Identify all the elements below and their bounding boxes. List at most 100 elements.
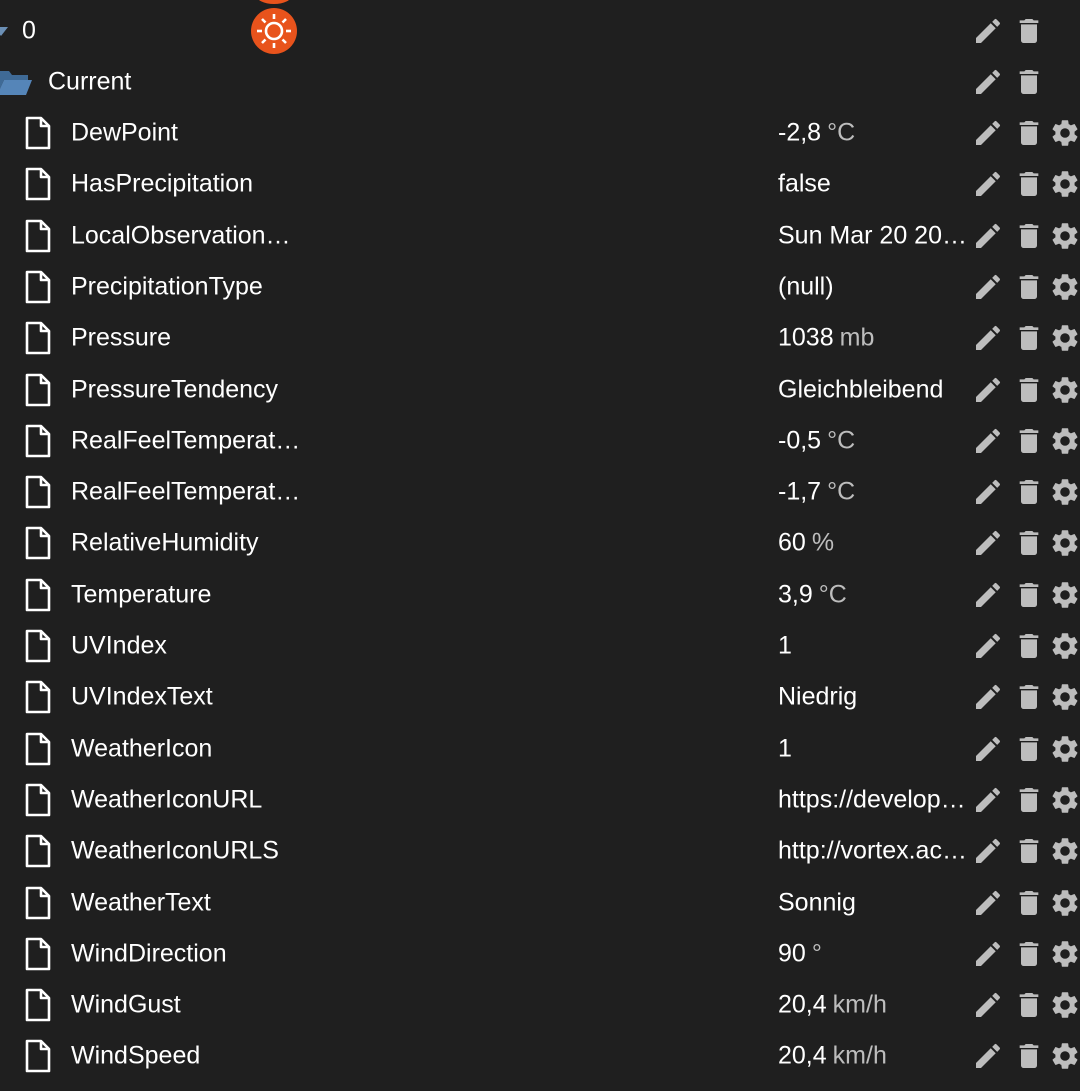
gear-icon[interactable] <box>1049 835 1080 867</box>
trash-icon[interactable] <box>1013 168 1045 200</box>
gear-icon[interactable] <box>1049 887 1080 919</box>
trash-icon[interactable] <box>1013 322 1045 354</box>
trash-icon[interactable] <box>1013 117 1045 149</box>
chevron-down-icon[interactable] <box>0 24 8 38</box>
state-row[interactable]: WeatherIconURL https://develop… <box>0 774 1080 825</box>
gear-icon[interactable] <box>1049 938 1080 970</box>
state-name: WindDirection <box>71 939 227 967</box>
pencil-icon[interactable] <box>972 322 1004 354</box>
state-row[interactable]: Temperature 3,9 °C <box>0 569 1080 620</box>
gear-icon[interactable] <box>1049 168 1080 200</box>
tree-folder-current[interactable]: Current <box>0 56 1080 107</box>
state-value-text: 1 <box>778 631 792 659</box>
pencil-icon[interactable] <box>972 938 1004 970</box>
gear-icon[interactable] <box>1049 117 1080 149</box>
gear-icon[interactable] <box>1049 989 1080 1021</box>
state-unit: ° <box>811 939 822 967</box>
trash-icon[interactable] <box>1013 374 1045 406</box>
pencil-icon[interactable] <box>972 476 1004 508</box>
state-row[interactable]: WindGust 20,4 km/h <box>0 979 1080 1030</box>
file-icon <box>25 1039 51 1072</box>
trash-icon[interactable] <box>1013 66 1045 98</box>
pencil-icon[interactable] <box>972 579 1004 611</box>
gear-icon[interactable] <box>1049 630 1080 662</box>
state-value: false <box>778 169 831 198</box>
gear-icon[interactable] <box>1049 425 1080 457</box>
gear-icon[interactable] <box>1049 579 1080 611</box>
trash-icon[interactable] <box>1013 784 1045 816</box>
trash-icon[interactable] <box>1013 681 1045 713</box>
state-row[interactable]: WindSpeed 20,4 km/h <box>0 1030 1080 1081</box>
file-icon <box>25 886 51 919</box>
state-row[interactable]: HasPrecipitation false <box>0 158 1080 209</box>
trash-icon[interactable] <box>1013 733 1045 765</box>
trash-icon[interactable] <box>1013 425 1045 457</box>
state-row[interactable]: WeatherIcon 1 <box>0 723 1080 774</box>
state-value-text: false <box>778 169 831 197</box>
gear-icon[interactable] <box>1049 1040 1080 1072</box>
trash-icon[interactable] <box>1013 630 1045 662</box>
pencil-icon[interactable] <box>972 168 1004 200</box>
trash-icon[interactable] <box>1013 527 1045 559</box>
state-row[interactable]: RelativeHumidity 60% <box>0 517 1080 568</box>
state-row[interactable]: RealFeelTemperat… -0,5 °C <box>0 415 1080 466</box>
state-row[interactable]: UVIndex 1 <box>0 620 1080 671</box>
state-row[interactable]: Pressure 1038 mb <box>0 312 1080 363</box>
pencil-icon[interactable] <box>972 681 1004 713</box>
trash-icon[interactable] <box>1013 476 1045 508</box>
pencil-icon[interactable] <box>972 66 1004 98</box>
gear-icon[interactable] <box>1049 681 1080 713</box>
gear-icon[interactable] <box>1049 322 1080 354</box>
pencil-icon[interactable] <box>972 887 1004 919</box>
pencil-icon[interactable] <box>972 271 1004 303</box>
gear-icon[interactable] <box>1049 374 1080 406</box>
trash-icon[interactable] <box>1013 271 1045 303</box>
gear-icon[interactable] <box>1049 476 1080 508</box>
state-value: 20,4 km/h <box>778 990 887 1019</box>
trash-icon[interactable] <box>1013 579 1045 611</box>
state-row[interactable]: PressureTendency Gleichbleibend <box>0 364 1080 415</box>
state-name: RealFeelTemperat… <box>71 426 301 454</box>
pencil-icon[interactable] <box>972 733 1004 765</box>
object-tree: 0 Current DewPoint -2,8 °C HasPrecipitat… <box>0 0 1080 1091</box>
trash-icon[interactable] <box>1013 1040 1045 1072</box>
gear-icon[interactable] <box>1049 784 1080 816</box>
trash-icon[interactable] <box>1013 887 1045 919</box>
pencil-icon[interactable] <box>972 220 1004 252</box>
folder-open-icon[interactable] <box>0 67 32 97</box>
state-row[interactable]: PrecipitationType (null) <box>0 261 1080 312</box>
state-row[interactable]: UVIndexText Niedrig <box>0 671 1080 722</box>
pencil-icon[interactable] <box>972 835 1004 867</box>
gear-icon[interactable] <box>1049 220 1080 252</box>
state-name: PressureTendency <box>71 375 279 403</box>
state-row[interactable]: LocalObservation… Sun Mar 20 20… <box>0 210 1080 261</box>
gear-icon[interactable] <box>1049 271 1080 303</box>
gear-icon[interactable] <box>1049 733 1080 765</box>
trash-icon[interactable] <box>1013 220 1045 252</box>
state-row[interactable]: WindDirection 90 ° <box>0 928 1080 979</box>
pencil-icon[interactable] <box>972 1040 1004 1072</box>
pencil-icon[interactable] <box>972 425 1004 457</box>
state-row[interactable]: WeatherIconURLS http://vortex.ac… <box>0 825 1080 876</box>
trash-icon[interactable] <box>1013 835 1045 867</box>
gear-icon[interactable] <box>1049 527 1080 559</box>
trash-icon[interactable] <box>1013 938 1045 970</box>
state-unit: km/h <box>832 990 887 1018</box>
pencil-icon[interactable] <box>972 784 1004 816</box>
pencil-icon[interactable] <box>972 527 1004 559</box>
state-value: 1 <box>778 734 792 763</box>
state-row[interactable]: RealFeelTemperat… -1,7 °C <box>0 466 1080 517</box>
state-row[interactable]: WeatherText Sonnig <box>0 877 1080 928</box>
state-row[interactable]: DewPoint -2,8 °C <box>0 107 1080 158</box>
pencil-icon[interactable] <box>972 374 1004 406</box>
tree-node-index[interactable]: 0 <box>0 5 1080 56</box>
file-icon <box>25 732 51 765</box>
state-name: RelativeHumidity <box>71 528 259 556</box>
pencil-icon[interactable] <box>972 117 1004 149</box>
pencil-icon[interactable] <box>972 15 1004 47</box>
trash-icon[interactable] <box>1013 15 1045 47</box>
trash-icon[interactable] <box>1013 989 1045 1021</box>
pencil-icon[interactable] <box>972 989 1004 1021</box>
pencil-icon[interactable] <box>972 630 1004 662</box>
state-value: -0,5 °C <box>778 426 855 455</box>
